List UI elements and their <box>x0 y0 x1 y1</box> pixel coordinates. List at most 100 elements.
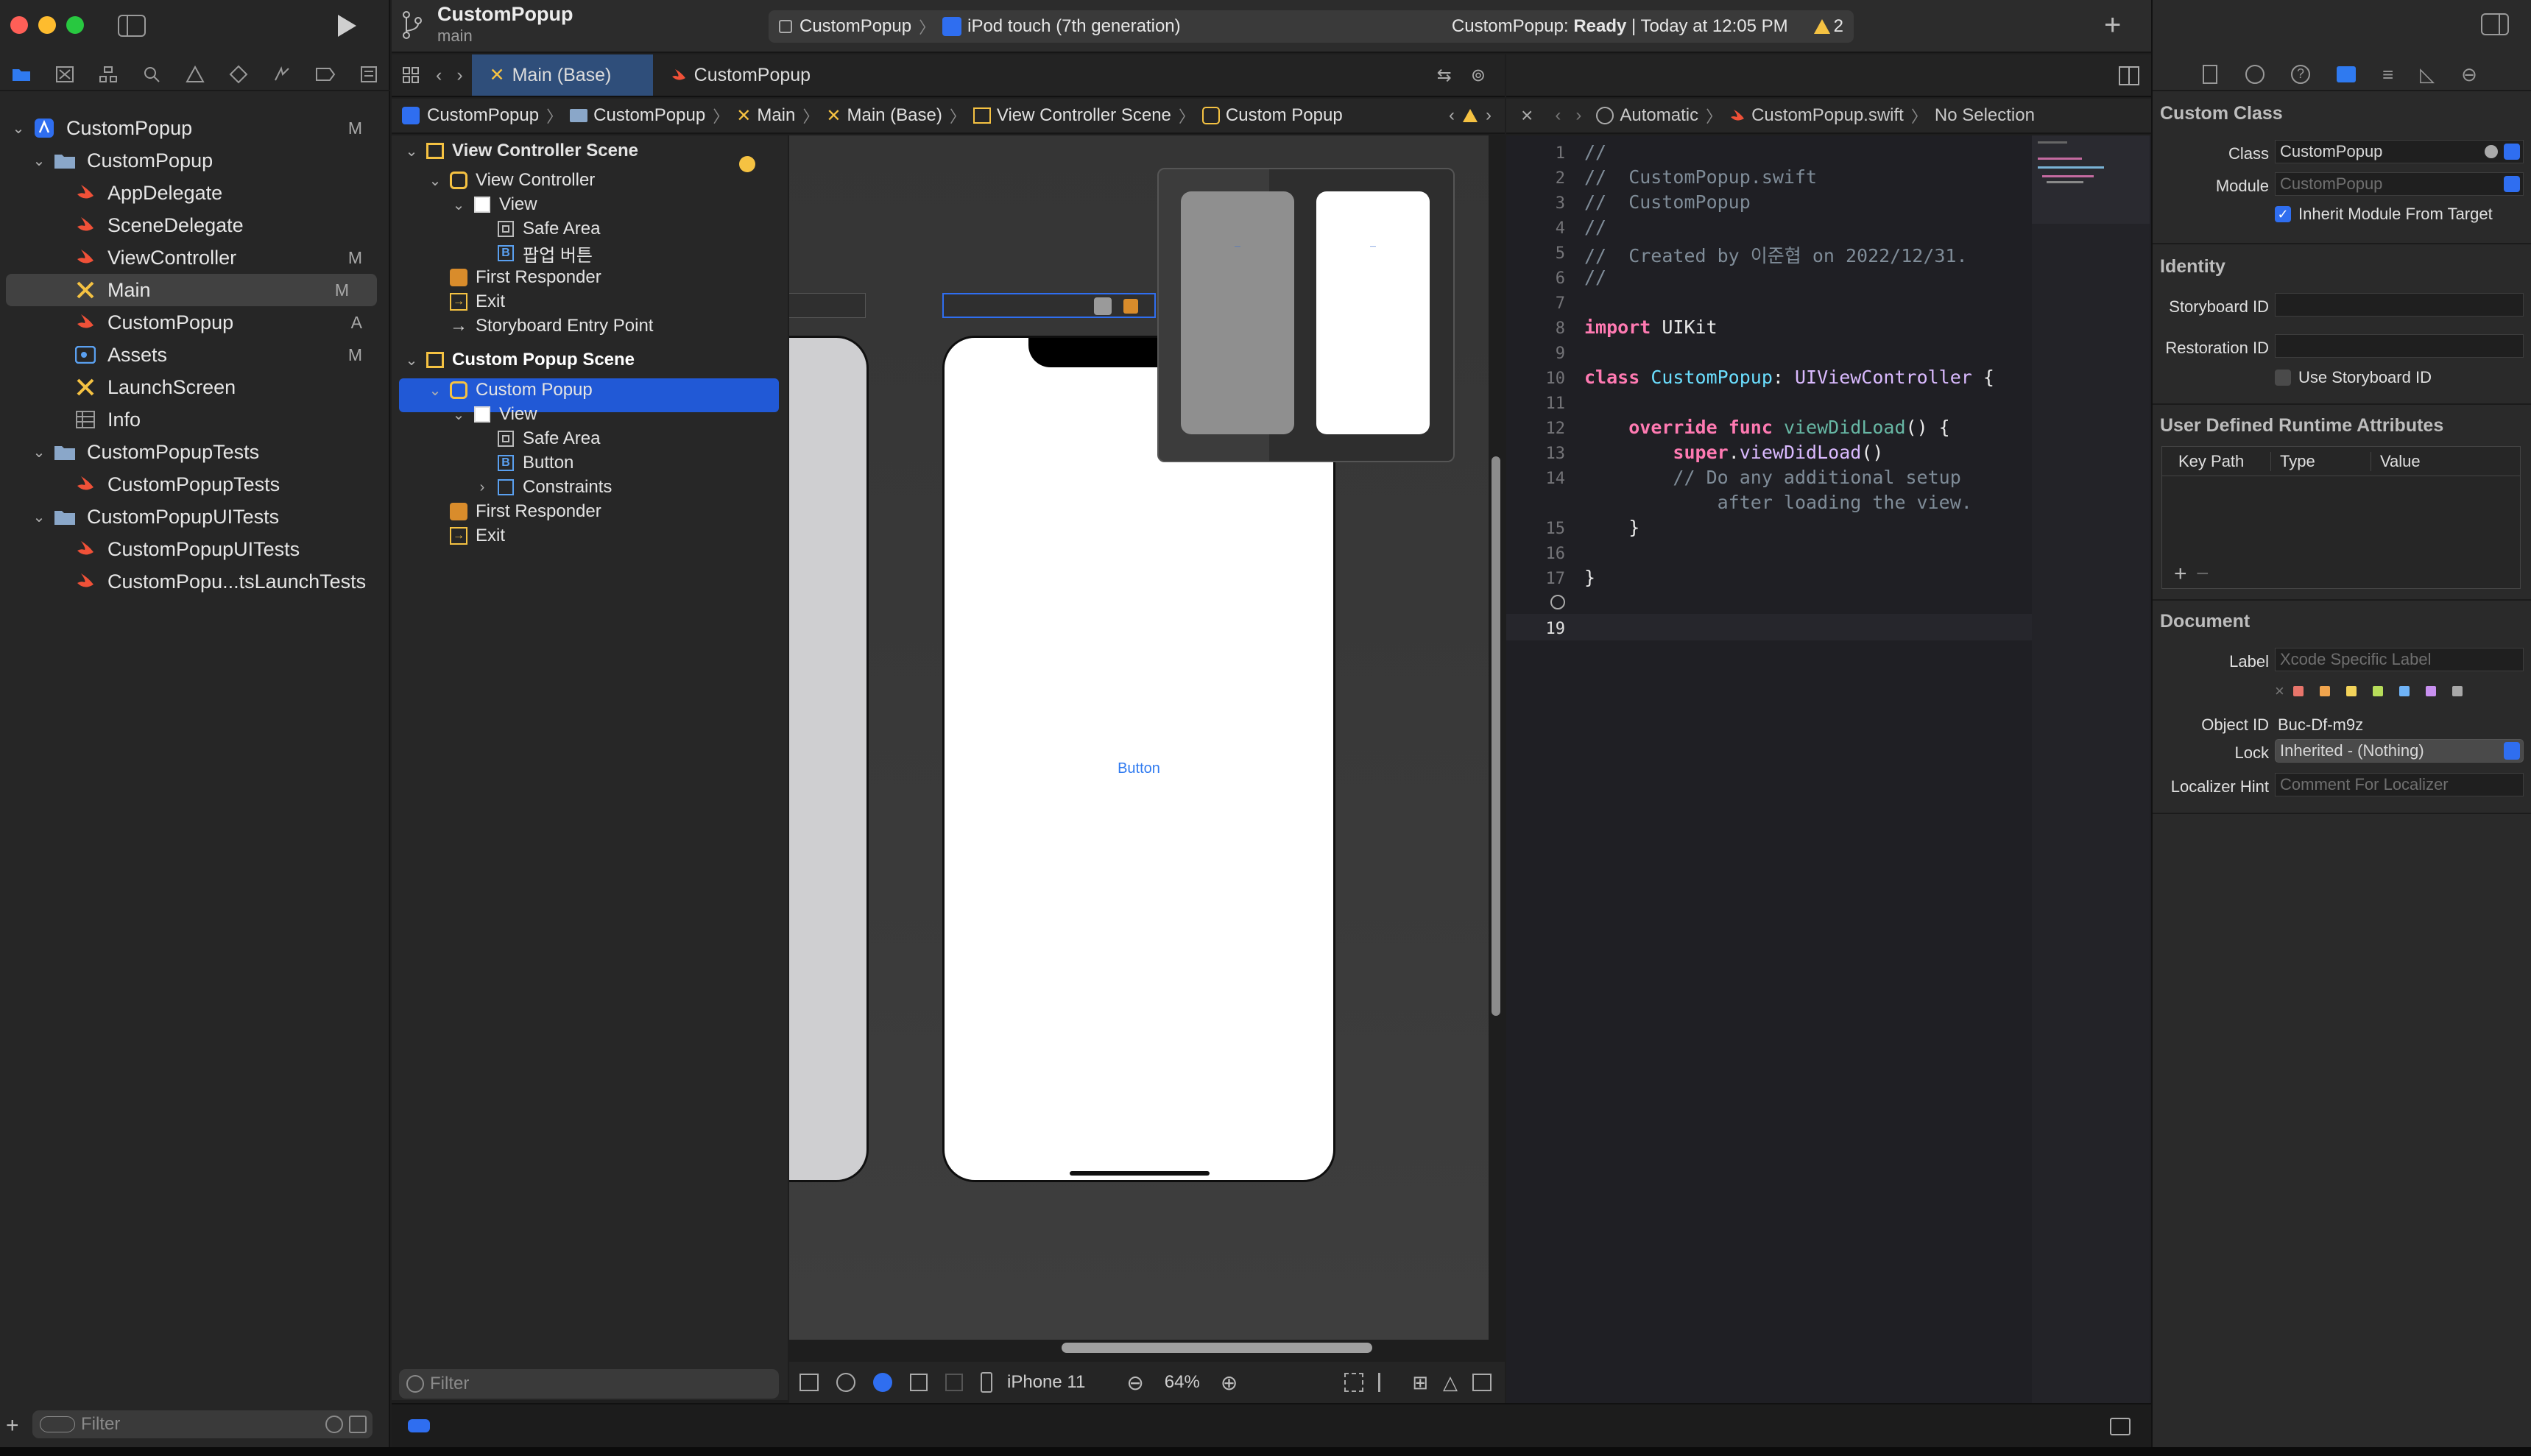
breadcrumb-localization[interactable]: Main (Base) <box>847 105 942 126</box>
report-navigator-tab[interactable] <box>347 60 390 89</box>
scene-warning-badge-icon[interactable] <box>739 156 755 172</box>
outline-item[interactable]: Safe Area <box>474 216 600 242</box>
close-editor-icon[interactable]: × <box>1521 104 1533 127</box>
scene-thumbnail-1[interactable]: — <box>1181 191 1294 434</box>
device-selector[interactable]: iPhone 11 <box>1007 1372 1085 1393</box>
inherit-module-checkbox[interactable]: ✓ Inherit Module From Target <box>2275 205 2493 224</box>
related-items-icon[interactable] <box>1596 107 1614 124</box>
disclosure-chevron-icon[interactable]: ⌄ <box>403 352 420 369</box>
add-library-icon[interactable]: + <box>2104 9 2121 42</box>
zoom-in-icon[interactable]: ⊕ <box>1221 1371 1238 1395</box>
disclosure-chevron-icon[interactable]: ⌄ <box>451 406 467 423</box>
attributes-inspector-tab[interactable]: ≡ <box>2382 63 2393 86</box>
column-value[interactable]: Value <box>2371 452 2421 471</box>
source-control-navigator-tab[interactable] <box>43 60 87 89</box>
issue-navigator-tab[interactable] <box>174 60 217 89</box>
connection-circle-icon[interactable] <box>1550 595 1565 609</box>
storyboard-id-field[interactable] <box>2275 293 2524 317</box>
class-dropdown-icon[interactable] <box>2504 144 2520 160</box>
column-type[interactable]: Type <box>2271 451 2371 471</box>
orientation-icon[interactable] <box>910 1374 928 1391</box>
go-back-icon[interactable]: ‹ <box>430 54 448 96</box>
test-navigator-tab[interactable] <box>216 60 260 89</box>
warnings-indicator[interactable]: 2 <box>1813 16 1843 37</box>
lock-popup[interactable]: Inherited - (Nothing) <box>2275 739 2524 763</box>
size-class-icon[interactable] <box>945 1374 963 1391</box>
disclosure-chevron-icon[interactable]: ⌄ <box>451 197 467 213</box>
label-color-swatch[interactable] <box>2398 686 2410 696</box>
label-color-swatch[interactable] <box>2319 686 2330 696</box>
navigator-item[interactable]: CustomPopupUITests <box>0 533 390 565</box>
add-file-icon[interactable]: + <box>6 1413 19 1438</box>
outline-filter-field[interactable]: Filter <box>399 1369 779 1399</box>
toggle-debug-area-icon[interactable] <box>2110 1418 2131 1435</box>
breadcrumb-automatic[interactable]: Automatic <box>1620 105 1698 126</box>
module-field[interactable]: CustomPopup <box>2275 172 2524 196</box>
navigator-item[interactable]: AppDelegate <box>0 177 390 209</box>
tab-main-base[interactable]: ✕ Main (Base) <box>471 54 653 96</box>
recent-files-icon[interactable] <box>325 1416 343 1433</box>
identity-inspector-tab[interactable] <box>2337 66 2356 82</box>
disclosure-chevron-icon[interactable]: ⌄ <box>403 143 420 160</box>
embed-in-icon[interactable] <box>1472 1374 1492 1391</box>
project-navigator-tab[interactable] <box>0 60 43 89</box>
minimize-window-button[interactable] <box>38 16 56 34</box>
outline-item[interactable]: First Responder <box>427 264 601 291</box>
breadcrumb-project[interactable]: CustomPopup <box>427 105 539 126</box>
help-inspector-tab[interactable]: ? <box>2291 65 2310 84</box>
label-field[interactable]: Xcode Specific Label <box>2275 648 2524 671</box>
navigator-item[interactable]: Assets M <box>0 339 390 371</box>
scene-dock[interactable] <box>942 293 1156 318</box>
minimap-viewport[interactable] <box>2032 135 2150 224</box>
label-color-swatch[interactable] <box>2425 686 2436 696</box>
navigator-item[interactable]: Info <box>0 403 390 436</box>
use-storyboard-id-checkbox[interactable]: Use Storyboard ID <box>2275 368 2432 387</box>
label-color-swatch[interactable] <box>2345 686 2357 696</box>
go-forward-icon[interactable]: › <box>1575 105 1581 126</box>
minimap[interactable] <box>2032 224 2150 1403</box>
navigator-item[interactable]: Main M <box>6 274 377 306</box>
navigator-item[interactable]: CustomPopup A <box>0 306 390 339</box>
device-configuration-icon[interactable] <box>981 1372 992 1393</box>
navigator-item[interactable]: CustomPopu...tsLaunchTests <box>0 565 390 598</box>
outline-item[interactable]: ⌄ View <box>451 191 537 218</box>
view-controller-scene-preview[interactable] <box>789 336 869 1182</box>
breadcrumb-selection[interactable]: No Selection <box>1935 105 2035 126</box>
outline-item[interactable]: Safe Area <box>474 425 600 452</box>
disclosure-chevron-icon[interactable]: ⌄ <box>31 509 47 526</box>
go-forward-icon[interactable]: › <box>448 54 471 96</box>
toggle-outline-icon[interactable] <box>799 1374 819 1391</box>
navigator-item[interactable]: LaunchScreen <box>0 371 390 403</box>
disclosure-chevron-icon[interactable]: ⌄ <box>31 152 47 169</box>
navigator-item[interactable]: ViewController M <box>0 241 390 274</box>
source-control-filter-icon[interactable] <box>349 1416 367 1433</box>
navigator-item[interactable]: ⌄ CustomPopupUITests <box>0 501 390 533</box>
next-issue-icon[interactable]: › <box>1486 105 1492 126</box>
breadcrumb-scene[interactable]: View Controller Scene <box>997 105 1171 126</box>
outline-item[interactable]: → Exit <box>427 289 505 315</box>
lock-dropdown-icon[interactable] <box>2504 742 2520 760</box>
canvas-horizontal-scrollbar[interactable] <box>1062 1343 1372 1353</box>
outline-item[interactable]: ⌄ View Controller Scene <box>403 138 638 164</box>
navigator-item[interactable]: SceneDelegate <box>0 209 390 241</box>
localizer-hint-field[interactable]: Comment For Localizer <box>2275 773 2524 796</box>
editor-grid-icon[interactable] <box>392 54 430 96</box>
outline-item[interactable]: B Button <box>474 450 573 476</box>
navigator-filter-field[interactable]: Filter <box>32 1410 373 1438</box>
breadcrumb-storyboard[interactable]: Main <box>757 105 795 126</box>
add-attribute-icon[interactable]: + <box>2174 562 2187 587</box>
clear-label-color-icon[interactable]: × <box>2275 682 2284 701</box>
dock-view-controller-icon[interactable] <box>1094 297 1112 315</box>
navigator-item[interactable]: CustomPopupTests <box>0 468 390 501</box>
close-window-button[interactable] <box>10 16 28 34</box>
size-inspector-tab[interactable]: ◺ <box>2420 63 2435 86</box>
label-color-swatch[interactable] <box>2451 686 2463 696</box>
previous-issue-icon[interactable]: ‹ <box>1449 105 1455 126</box>
scene-dock-left[interactable] <box>789 293 866 318</box>
breadcrumb-view-controller[interactable]: Custom Popup <box>1226 105 1343 126</box>
outline-item[interactable]: First Responder <box>427 498 601 525</box>
accessibility-icon[interactable] <box>836 1373 855 1392</box>
zoom-window-button[interactable] <box>66 16 84 34</box>
debug-navigator-tab[interactable] <box>260 60 303 89</box>
warning-icon[interactable] <box>1462 108 1478 123</box>
